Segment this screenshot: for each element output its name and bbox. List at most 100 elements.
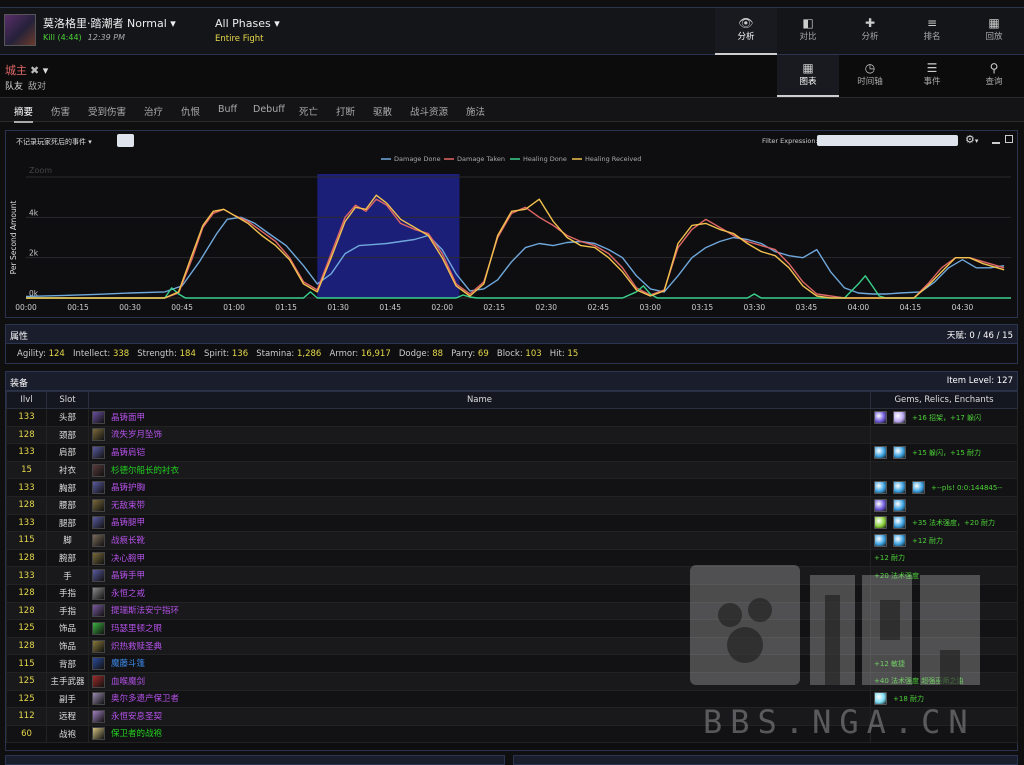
- item-link[interactable]: 杉德尔船长的衬衣: [111, 466, 179, 476]
- legend-label-2[interactable]: Healing Done: [523, 155, 567, 163]
- gem-icon[interactable]: [874, 516, 887, 530]
- item-icon[interactable]: [92, 657, 105, 671]
- close-icon[interactable]: ✖: [30, 64, 39, 77]
- item-icon[interactable]: [92, 481, 105, 495]
- tab-1[interactable]: 伤害: [51, 104, 70, 118]
- item-icon[interactable]: [92, 463, 105, 477]
- nav-compare-1[interactable]: ◧ 对比: [777, 8, 839, 55]
- legend-label-3[interactable]: Healing Received: [585, 155, 641, 163]
- gem-icon[interactable]: [874, 445, 887, 459]
- series-line-damage-taken[interactable]: [26, 198, 1005, 299]
- column-header[interactable]: Name: [88, 391, 871, 409]
- gem-icon[interactable]: [893, 445, 906, 459]
- item-link[interactable]: 魔藤斗篷: [111, 659, 145, 669]
- item-link[interactable]: 提瑞斯法安宁指环: [111, 606, 179, 616]
- gem-icon[interactable]: [874, 533, 887, 547]
- friendly-option[interactable]: 队友: [5, 82, 23, 92]
- filter-expression-input[interactable]: [817, 135, 958, 146]
- item-link[interactable]: 晶铸手甲: [111, 571, 145, 581]
- item-link[interactable]: 炽热救赎圣典: [111, 642, 162, 652]
- tab-4[interactable]: 仇恨: [181, 104, 200, 118]
- nav-eye-0[interactable]: 👁 分析: [715, 8, 777, 55]
- column-header[interactable]: Slot: [46, 391, 89, 409]
- toggle-switch[interactable]: [117, 134, 134, 147]
- item-link[interactable]: 流失岁月坠饰: [111, 430, 162, 440]
- gear-icon[interactable]: ⚙▾: [965, 133, 978, 146]
- legend-label-0[interactable]: Damage Done: [394, 155, 441, 163]
- target-selector[interactable]: 城主 ✖ ▾: [5, 62, 48, 78]
- stat-label: Agility:: [17, 349, 46, 359]
- tab-5[interactable]: Buff: [218, 104, 237, 115]
- item-link[interactable]: 晶铸肩铠: [111, 448, 145, 458]
- item-icon[interactable]: [92, 604, 105, 618]
- line-chart[interactable]: 0k2k4kZoomPer Second Amount00:00 00:15 00:…: [6, 151, 1017, 311]
- item-link[interactable]: 决心腕甲: [111, 554, 145, 564]
- nav-puzzle-2[interactable]: ✚ 分析: [839, 8, 901, 55]
- gem-icon[interactable]: [893, 498, 906, 512]
- gem-icon[interactable]: [874, 481, 887, 495]
- item-icon[interactable]: [92, 516, 105, 530]
- view-clock[interactable]: ◷ 时间轴: [839, 55, 901, 97]
- equipment-title: 装备: [10, 379, 29, 389]
- item-name-cell: 血喉魔剑: [88, 671, 871, 691]
- item-icon[interactable]: [92, 621, 105, 635]
- column-header[interactable]: Ilvl: [6, 391, 47, 409]
- legend-label-1[interactable]: Damage Taken: [457, 155, 505, 163]
- item-link[interactable]: 永恒安息圣契: [111, 712, 162, 722]
- nav-ranking-3[interactable]: ≡ 排名: [901, 8, 963, 55]
- tab-6[interactable]: Debuff: [253, 104, 285, 115]
- tab-0[interactable]: 摘要: [14, 104, 34, 123]
- item-link[interactable]: 晶铸护胸: [111, 483, 145, 493]
- tab-11[interactable]: 施法: [466, 104, 485, 118]
- boss-avatar[interactable]: [4, 14, 36, 46]
- item-icon[interactable]: [92, 410, 105, 424]
- view-list[interactable]: ☰ 事件: [901, 55, 963, 97]
- item-icon[interactable]: [92, 639, 105, 653]
- gem-icon[interactable]: [874, 410, 887, 424]
- item-level-cell: 133: [6, 443, 47, 462]
- item-link[interactable]: 晶铸腿甲: [111, 518, 145, 528]
- item-icon[interactable]: [92, 709, 105, 723]
- item-icon[interactable]: [92, 674, 105, 688]
- maximize-icon[interactable]: [1005, 135, 1013, 143]
- item-link[interactable]: 无敌束带: [111, 501, 145, 511]
- series-line-healing-received[interactable]: [26, 194, 1005, 299]
- tab-9[interactable]: 驱散: [373, 104, 392, 118]
- item-icon[interactable]: [92, 498, 105, 512]
- column-header[interactable]: Gems, Relics, Enchants: [870, 391, 1018, 409]
- item-link[interactable]: 玛瑟里顿之眼: [111, 624, 162, 634]
- phase-selector[interactable]: All Phases ▾: [215, 17, 280, 30]
- fight-selector[interactable]: 莫洛格里·踏潮者 Normal ▾: [43, 15, 176, 31]
- gem-icon[interactable]: [874, 498, 887, 512]
- view-pin[interactable]: ⚲ 查询: [963, 55, 1024, 97]
- tab-2[interactable]: 受到伤害: [88, 104, 126, 118]
- item-icon[interactable]: [92, 428, 105, 442]
- item-link[interactable]: 永恒之戒: [111, 589, 145, 599]
- gem-icon[interactable]: [893, 481, 906, 495]
- item-icon[interactable]: [92, 569, 105, 583]
- enemy-option[interactable]: 敌对: [28, 82, 46, 92]
- item-icon[interactable]: [92, 445, 105, 459]
- item-link[interactable]: 保卫者的战袍: [111, 729, 162, 739]
- gem-icon[interactable]: [912, 481, 925, 495]
- item-icon[interactable]: [92, 727, 105, 741]
- item-icon[interactable]: [92, 533, 105, 547]
- item-icon[interactable]: [92, 586, 105, 600]
- item-icon[interactable]: [92, 551, 105, 565]
- item-icon[interactable]: [92, 692, 105, 706]
- item-link[interactable]: 血喉魔剑: [111, 677, 145, 687]
- death-filter-dropdown[interactable]: 不记录玩家死后的事件 ▾: [16, 137, 92, 147]
- item-link[interactable]: 奥尔多遗产保卫者: [111, 694, 179, 704]
- item-link[interactable]: 晶铸面甲: [111, 413, 145, 423]
- tab-3[interactable]: 治疗: [144, 104, 163, 118]
- gem-icon[interactable]: [893, 410, 906, 424]
- item-link[interactable]: 战痕长靴: [111, 536, 145, 546]
- view-grid[interactable]: ▦ 图表: [777, 55, 839, 97]
- tab-7[interactable]: 死亡: [299, 104, 318, 118]
- gem-icon[interactable]: [893, 533, 906, 547]
- tab-8[interactable]: 打断: [336, 104, 355, 118]
- tab-10[interactable]: 战斗资源: [410, 104, 448, 118]
- gem-icon[interactable]: [893, 516, 906, 530]
- minimize-icon[interactable]: [992, 142, 1000, 144]
- nav-replay-4[interactable]: ▦ 回放: [963, 8, 1024, 55]
